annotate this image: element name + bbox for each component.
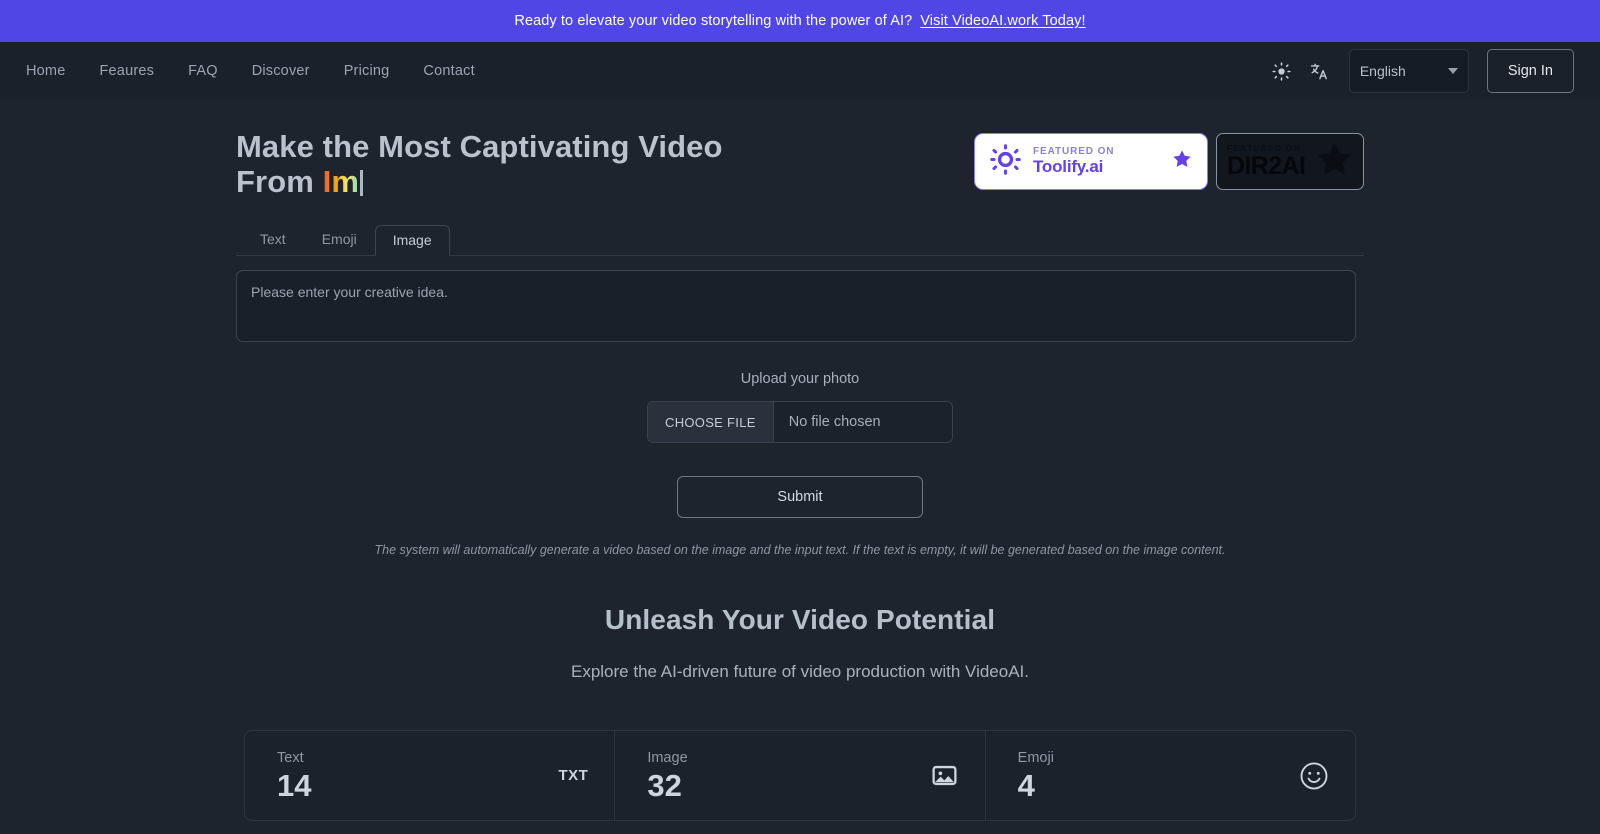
nav-item-pricing[interactable]: Pricing bbox=[344, 63, 390, 79]
language-select-value: English bbox=[1360, 63, 1448, 79]
toolify-text-block: FEATURED ON Toolify.ai bbox=[1033, 147, 1114, 175]
submit-button[interactable]: Submit bbox=[677, 476, 923, 518]
sign-in-button[interactable]: Sign In bbox=[1487, 49, 1574, 93]
star-icon bbox=[1171, 148, 1193, 175]
page-content: Make the Most Captivating Video From Im bbox=[0, 100, 1600, 834]
promo-banner: Ready to elevate your video storytelling… bbox=[0, 0, 1600, 42]
section-subtitle: Explore the AI-driven future of video pr… bbox=[236, 662, 1364, 682]
badge-dir2ai[interactable]: FEATURED ON DIR2AI bbox=[1216, 133, 1364, 190]
toolify-logo-icon bbox=[989, 143, 1022, 181]
nav-links: Home Feaures FAQ Discover Pricing Contac… bbox=[26, 63, 475, 79]
language-select[interactable]: English bbox=[1349, 49, 1469, 93]
hero-title-line2-static: From bbox=[236, 164, 323, 199]
tab-image[interactable]: Image bbox=[375, 225, 450, 256]
file-status-text: No file chosen bbox=[774, 414, 881, 430]
tab-text[interactable]: Text bbox=[242, 224, 304, 255]
smiley-icon bbox=[1299, 761, 1329, 791]
file-upload-control[interactable]: CHOOSE FILE No file chosen bbox=[647, 401, 953, 443]
stat-label: Image bbox=[647, 750, 687, 766]
tab-emoji[interactable]: Emoji bbox=[304, 224, 375, 255]
stat-value: 32 bbox=[647, 770, 687, 801]
txt-icon: TXT bbox=[558, 767, 588, 784]
sun-icon[interactable] bbox=[1269, 58, 1295, 84]
generator-disclaimer: The system will automatically generate a… bbox=[236, 543, 1364, 557]
typing-cursor bbox=[360, 170, 363, 196]
nav-item-contact[interactable]: Contact bbox=[423, 63, 474, 79]
generator-tabs: Text Emoji Image bbox=[236, 225, 1364, 256]
stat-card-image[interactable]: Image 32 bbox=[615, 731, 985, 820]
choose-file-button[interactable]: CHOOSE FILE bbox=[648, 402, 774, 442]
hero-row: Make the Most Captivating Video From Im bbox=[236, 100, 1364, 199]
hero-title-typed-text: Im bbox=[323, 164, 359, 199]
toolify-name: Toolify.ai bbox=[1033, 158, 1114, 176]
upload-photo-label: Upload your photo bbox=[236, 371, 1364, 387]
nav-item-faq[interactable]: FAQ bbox=[188, 63, 218, 79]
stat-value: 4 bbox=[1018, 770, 1054, 801]
stat-text-block: Image 32 bbox=[647, 750, 687, 801]
featured-badges: FEATURED ON Toolify.ai FEATURED ON DIR2A… bbox=[974, 130, 1364, 190]
stat-label: Emoji bbox=[1018, 750, 1054, 766]
navbar: Home Feaures FAQ Discover Pricing Contac… bbox=[0, 42, 1600, 100]
dir2ai-text-block: FEATURED ON DIR2AI bbox=[1227, 144, 1305, 180]
nav-item-discover[interactable]: Discover bbox=[252, 63, 310, 79]
nav-item-feaures[interactable]: Feaures bbox=[99, 63, 154, 79]
chevron-down-icon bbox=[1448, 68, 1458, 74]
dir2ai-featured-label: FEATURED ON bbox=[1227, 144, 1305, 153]
image-icon bbox=[930, 761, 959, 790]
stat-text-block: Emoji 4 bbox=[1018, 750, 1054, 801]
creative-idea-input[interactable] bbox=[236, 270, 1356, 342]
section-title: Unleash Your Video Potential bbox=[236, 604, 1364, 636]
star-icon bbox=[1314, 139, 1355, 185]
stats-panel: Text 14 TXT Image 32 bbox=[244, 730, 1356, 821]
dir2ai-name: DIR2AI bbox=[1227, 154, 1305, 179]
nav-right-controls: English Sign In bbox=[1269, 49, 1574, 93]
stat-card-emoji[interactable]: Emoji 4 bbox=[986, 731, 1355, 820]
translate-icon[interactable] bbox=[1307, 58, 1333, 84]
promo-banner-text: Ready to elevate your video storytelling… bbox=[514, 13, 912, 29]
stat-card-text[interactable]: Text 14 TXT bbox=[245, 731, 615, 820]
page-title: Make the Most Captivating Video From Im bbox=[236, 130, 796, 199]
badge-toolify[interactable]: FEATURED ON Toolify.ai bbox=[974, 133, 1208, 190]
stat-label: Text bbox=[277, 750, 311, 766]
hero-title-line1: Make the Most Captivating Video bbox=[236, 129, 723, 164]
stat-text-block: Text 14 bbox=[277, 750, 311, 801]
promo-banner-link[interactable]: Visit VideoAI.work Today! bbox=[920, 13, 1085, 29]
content-container: Make the Most Captivating Video From Im bbox=[236, 100, 1364, 821]
stat-value: 14 bbox=[277, 770, 311, 801]
nav-item-home[interactable]: Home bbox=[26, 63, 65, 79]
